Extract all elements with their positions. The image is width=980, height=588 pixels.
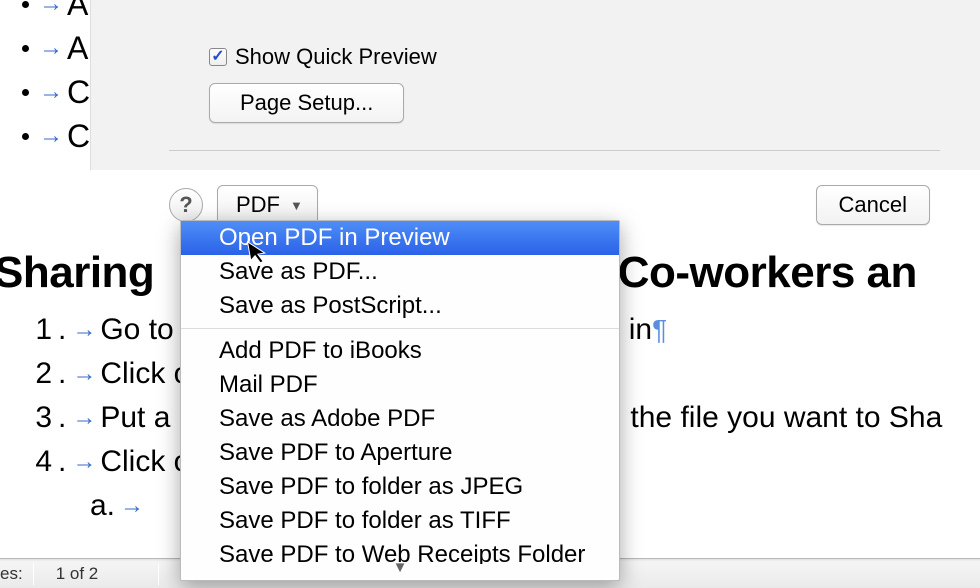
status-page-counter: 1 of 2	[34, 564, 99, 584]
list-text: the file you want to Sha	[630, 401, 942, 435]
tab-arrow-icon: →	[72, 448, 96, 476]
menu-item-save-adobe-pdf[interactable]: Save as Adobe PDF	[181, 402, 619, 436]
status-separator	[158, 563, 159, 585]
pdf-label: PDF	[236, 192, 280, 218]
tab-arrow-icon: →	[72, 404, 96, 432]
list-number: 2	[28, 357, 52, 391]
help-button[interactable]: ?	[169, 188, 203, 222]
bullet-dot	[22, 89, 29, 96]
show-quick-preview-checkbox[interactable]: ✓	[209, 48, 227, 66]
menu-more-indicator-icon[interactable]: ▼	[181, 564, 619, 572]
list-number: 4	[28, 445, 52, 479]
heading-right: Co-workers an	[606, 248, 917, 297]
bullet-dot	[22, 45, 29, 52]
tab-arrow-icon: →	[39, 0, 63, 18]
bullet-dot	[22, 1, 29, 8]
bullet-list: →A →A →C →C	[22, 0, 90, 158]
list-text: in	[629, 313, 652, 347]
paragraph-mark-icon: ¶	[652, 314, 667, 346]
chevron-down-icon: ▼	[290, 198, 303, 213]
menu-item-save-pdf-jpeg[interactable]: Save PDF to folder as JPEG	[181, 470, 619, 504]
heading-left: Sharing	[0, 248, 166, 297]
list-number: 1	[28, 313, 52, 347]
bullet-dot	[22, 133, 29, 140]
status-left-label: es:	[0, 564, 33, 584]
tab-arrow-icon: →	[72, 360, 96, 388]
menu-item-save-pdf-tiff[interactable]: Save PDF to folder as TIFF	[181, 504, 619, 538]
menu-item-mail-pdf[interactable]: Mail PDF	[181, 368, 619, 402]
tab-arrow-icon: →	[72, 316, 96, 344]
divider	[169, 150, 940, 151]
pdf-dropdown-button[interactable]: PDF ▼	[217, 185, 318, 225]
tab-arrow-icon: →	[120, 492, 144, 520]
bullet-text: C	[67, 74, 90, 111]
list-text: Go to	[100, 313, 173, 347]
menu-item-open-pdf-preview[interactable]: Open PDF in Preview	[181, 221, 619, 255]
cancel-button[interactable]: Cancel	[816, 185, 930, 225]
page-setup-button[interactable]: Page Setup...	[209, 83, 404, 123]
menu-item-add-pdf-ibooks[interactable]: Add PDF to iBooks	[181, 334, 619, 368]
tab-arrow-icon: →	[39, 34, 63, 62]
tab-arrow-icon: →	[39, 78, 63, 106]
bullet-text: A	[67, 0, 88, 23]
sub-list-label: a.	[90, 489, 114, 523]
menu-item-save-as-postscript[interactable]: Save as PostScript...	[181, 289, 619, 323]
list-text: Put a	[100, 401, 170, 435]
list-number: 3	[28, 401, 52, 435]
tab-arrow-icon: →	[39, 122, 63, 150]
pdf-dropdown-menu: Open PDF in Preview Save as PDF... Save …	[180, 220, 620, 581]
show-quick-preview-row: ✓ Show Quick Preview	[209, 44, 437, 70]
print-dialog: ✓ Show Quick Preview Page Setup... ? PDF…	[90, 0, 980, 170]
bullet-text: C	[67, 118, 90, 155]
menu-item-save-as-pdf[interactable]: Save as PDF...	[181, 255, 619, 289]
menu-separator	[181, 328, 619, 329]
menu-item-save-pdf-aperture[interactable]: Save PDF to Aperture	[181, 436, 619, 470]
checkmark-icon: ✓	[211, 49, 224, 65]
bullet-text: A	[67, 30, 88, 67]
show-quick-preview-label: Show Quick Preview	[235, 44, 437, 70]
